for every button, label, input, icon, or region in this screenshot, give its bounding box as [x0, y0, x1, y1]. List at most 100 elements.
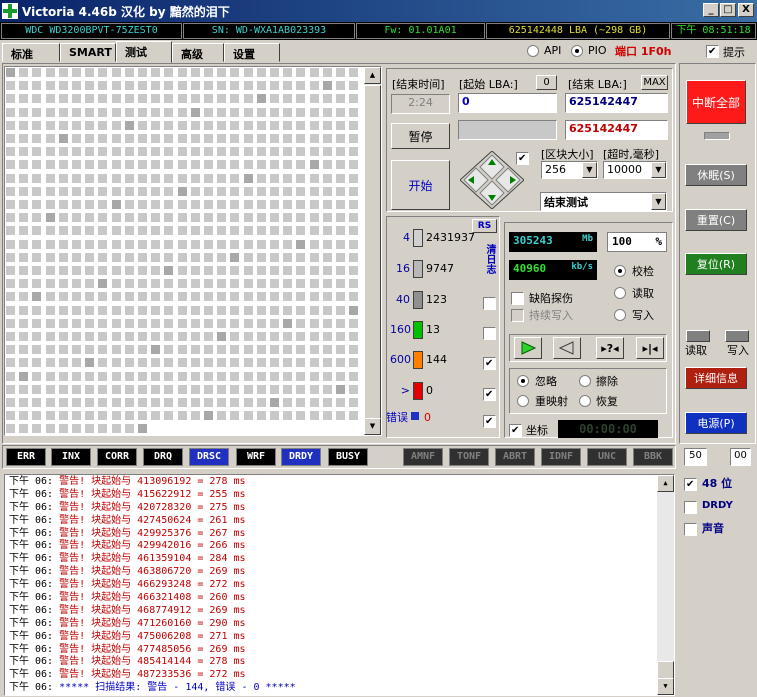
play-button[interactable] — [514, 337, 542, 359]
block-cell — [45, 134, 55, 143]
block-size-select[interactable]: 256 ▼ — [541, 161, 598, 179]
timeout-select[interactable]: 10000 ▼ — [603, 161, 667, 179]
block-cell — [296, 345, 306, 355]
block-cell — [336, 305, 345, 315]
close-button[interactable]: X — [738, 3, 754, 17]
block-cell — [270, 147, 279, 157]
end-lba-input[interactable]: 625142447 — [565, 93, 668, 113]
block-cell — [309, 266, 319, 275]
block-cell — [85, 292, 95, 302]
hint-checkbox[interactable] — [706, 44, 719, 58]
pause-button[interactable]: 暂停 — [391, 123, 450, 149]
log-row: 下午 06: 警告! 块起始与 475006208 = 271 ms — [5, 630, 674, 643]
block-cell — [72, 107, 81, 117]
start-lba-zero-button[interactable]: 0 — [536, 75, 557, 90]
block-cell — [85, 147, 95, 157]
port-label: 端口 1F0h — [615, 45, 672, 58]
tab-smart[interactable]: SMART — [60, 43, 116, 62]
block-cell — [45, 239, 55, 249]
verify-radio[interactable] — [614, 264, 626, 277]
remap-radio[interactable] — [517, 394, 529, 407]
pio-radio[interactable] — [571, 44, 583, 57]
write-radio[interactable] — [614, 308, 626, 321]
ignore-radio[interactable] — [517, 374, 529, 387]
block-cell — [309, 94, 319, 104]
read-radio[interactable] — [614, 286, 626, 299]
sound-checkbox[interactable] — [684, 522, 697, 536]
log-time: 下午 06: — [9, 566, 54, 578]
log-scrollbar[interactable]: ▲ ▼ — [657, 475, 674, 695]
direction-checkbox[interactable] — [516, 151, 529, 165]
tab-settings[interactable]: 设置 — [224, 43, 280, 62]
block-map: ▲ ▼ — [4, 66, 382, 436]
block-cell — [177, 213, 187, 223]
maximize-button[interactable]: □ — [720, 3, 736, 17]
end-time-field[interactable]: 2:24 — [391, 94, 450, 114]
block-cell — [72, 134, 81, 143]
log-scroll-up-button[interactable]: ▲ — [657, 475, 674, 492]
start-button[interactable]: 开始 — [391, 160, 450, 210]
rewind-button[interactable] — [553, 337, 581, 359]
block-log-checkbox[interactable] — [483, 296, 496, 310]
erase-radio[interactable] — [579, 374, 591, 387]
bits48-checkbox[interactable] — [684, 477, 697, 491]
log-message: 警告! 块起始与 429942016 = 266 ms — [59, 540, 246, 552]
block-cell — [177, 371, 187, 381]
block-cell — [72, 398, 81, 407]
scroll-down-button[interactable]: ▼ — [364, 418, 381, 435]
block-cell — [336, 358, 345, 368]
direction-pad[interactable] — [459, 150, 525, 210]
log-scroll-thumb[interactable] — [657, 661, 674, 679]
pio-label: PIO — [588, 44, 607, 57]
continuous-write-checkbox[interactable] — [511, 308, 524, 322]
continuous-write-label: 持续写入 — [529, 309, 573, 322]
block-cell — [283, 411, 293, 421]
skip-unknown-button[interactable]: ▸?◂ — [596, 337, 624, 359]
end-action-select[interactable]: 结束测试 ▼ — [540, 192, 667, 211]
block-cell — [230, 200, 240, 209]
block-log-checkbox[interactable] — [483, 387, 496, 401]
restore-label: 恢复 — [596, 395, 618, 408]
api-radio[interactable] — [527, 44, 539, 57]
block-cell — [309, 411, 319, 421]
sleep-button[interactable]: 休眠(S) — [685, 164, 747, 186]
stop-all-button[interactable]: 中断全部 — [686, 80, 746, 124]
scroll-thumb[interactable] — [364, 85, 381, 425]
error-checkbox[interactable] — [483, 414, 496, 428]
end-button[interactable]: ▸|◂ — [636, 337, 664, 359]
block-cell — [164, 68, 174, 77]
end-lba-max-button[interactable]: MAX — [641, 75, 668, 90]
block-log-checkbox[interactable] — [483, 326, 496, 340]
details-button[interactable]: 详细信息 — [685, 367, 747, 389]
power-button[interactable]: 电源(P) — [685, 412, 747, 434]
tab-test[interactable]: 测试 — [116, 41, 172, 63]
block-cell — [58, 358, 68, 368]
drdy-checkbox[interactable] — [684, 500, 697, 514]
tab-standard[interactable]: 标准 — [2, 43, 60, 62]
rs-button[interactable]: RS — [472, 219, 497, 233]
restore-radio[interactable] — [579, 394, 591, 407]
block-cell — [296, 279, 306, 289]
event-log[interactable]: 下午 06: 警告! 块起始与 413096192 = 278 ms 下午 06: 警… — [4, 474, 675, 696]
recall-button[interactable]: 复位(R) — [685, 253, 747, 275]
block-cell — [85, 186, 95, 196]
block-log-checkbox[interactable] — [483, 356, 496, 370]
defect-scan-checkbox[interactable] — [511, 291, 524, 305]
minimize-button[interactable]: _ — [703, 3, 719, 17]
block-cell — [32, 134, 42, 143]
block-cell — [190, 384, 200, 394]
grid-scrollbar[interactable]: ▲ ▼ — [364, 67, 381, 435]
block-cell — [19, 305, 29, 315]
log-scroll-down-button[interactable]: ▼ — [657, 678, 674, 695]
tab-advanced[interactable]: 高级 — [172, 43, 224, 62]
read-label: 读取 — [632, 287, 654, 300]
reset-button[interactable]: 重置(C) — [685, 209, 747, 231]
block-cell — [32, 371, 42, 381]
block-cell — [256, 134, 266, 143]
clear-log-label[interactable]: 清日志 — [483, 244, 497, 274]
start-lba-input[interactable]: 0 — [458, 93, 557, 113]
block-cell — [58, 411, 68, 421]
coords-checkbox[interactable] — [509, 423, 522, 437]
block-cell — [336, 226, 345, 236]
scroll-up-button[interactable]: ▲ — [364, 67, 381, 84]
